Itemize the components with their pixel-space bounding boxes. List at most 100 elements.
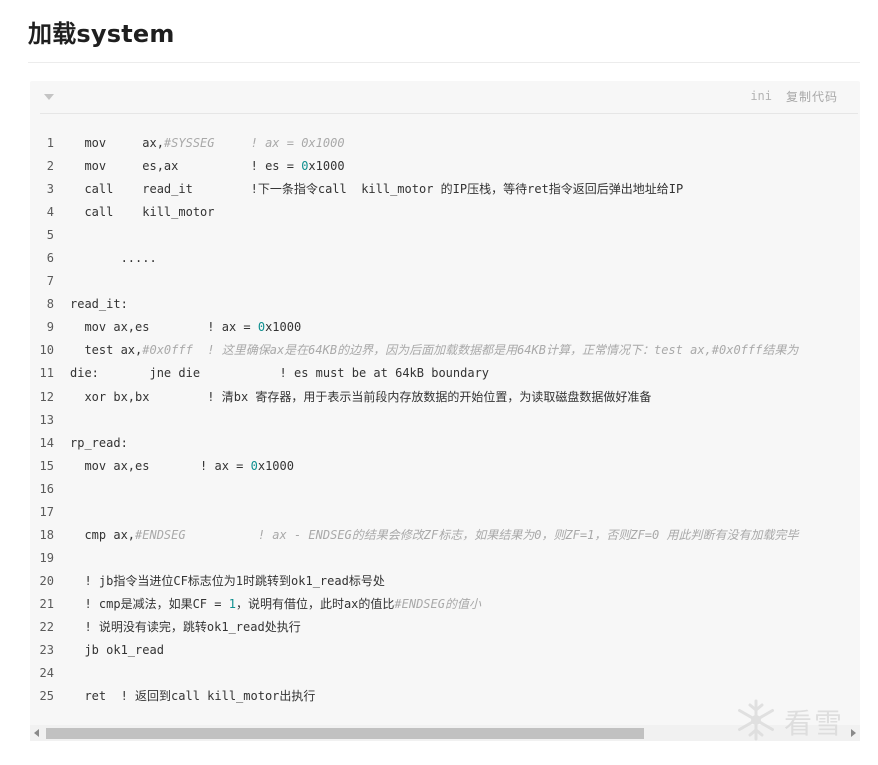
code-token: x1000 bbox=[257, 458, 294, 473]
article-page: 加载system ini 复制代码 1 mov ax,#SYSSEG ! ax … bbox=[0, 0, 878, 765]
code-token: mov ax, bbox=[70, 136, 164, 150]
code-comment: #SYSSEG ! ax = 0x1000 bbox=[163, 136, 345, 150]
code-token: xor bx,bx ! 清bx 寄存器，用于表示当前段内存放数据的开始位置，为读… bbox=[70, 389, 652, 404]
line-number: 16 bbox=[39, 481, 54, 496]
code-token: ! 说明没有读完，跳转ok1_read处执行 bbox=[70, 619, 301, 634]
code-line: 8 read_it: bbox=[30, 293, 860, 316]
line-number: 3 bbox=[46, 182, 54, 197]
line-number: 12 bbox=[39, 389, 54, 404]
code-token: test ax, bbox=[70, 343, 143, 358]
code-line: 5 bbox=[30, 224, 860, 247]
code-line: 12 xor bx,bx ! 清bx 寄存器，用于表示当前段内存放数据的开始位置… bbox=[30, 386, 860, 409]
arrow-left-icon[interactable] bbox=[34, 729, 39, 737]
code-line: 19 bbox=[30, 547, 860, 570]
line-number: 6 bbox=[46, 251, 54, 266]
line-number: 14 bbox=[39, 435, 54, 450]
code-token: mov ax,es ! ax = bbox=[70, 320, 258, 335]
line-number: 5 bbox=[46, 228, 54, 243]
code-text: test ax,#0x0fff ! 这里确保ax是在64KB的边界，因为后面加载… bbox=[70, 339, 798, 362]
line-number: 22 bbox=[39, 619, 54, 634]
code-toolbar: ini 复制代码 bbox=[30, 81, 860, 113]
line-number: 24 bbox=[39, 666, 54, 681]
title-divider bbox=[28, 62, 860, 63]
scrollbar-thumb[interactable] bbox=[46, 728, 644, 739]
line-number: 13 bbox=[39, 412, 54, 427]
line-number: 25 bbox=[39, 689, 54, 704]
code-line: 24 bbox=[30, 662, 860, 685]
code-line: 15 mov ax,es ! ax = 0x1000 bbox=[30, 455, 860, 478]
copy-code-button[interactable]: 复制代码 bbox=[786, 88, 838, 105]
code-line: 11 die: jne die ! es must be at 64kB boun… bbox=[30, 362, 860, 385]
code-token: ! cmp是减法，如果CF = bbox=[70, 596, 229, 611]
code-line: 10 test ax,#0x0fff ! 这里确保ax是在64KB的边界，因为后… bbox=[30, 339, 860, 362]
code-line: 18 cmp ax,#ENDSEG ! ax - ENDSEG的结果会修改ZF标… bbox=[30, 524, 860, 547]
code-token: mov es,ax ! es = bbox=[70, 159, 302, 174]
line-number: 10 bbox=[39, 343, 54, 358]
code-text: call read_it !下一条指令call kill_motor 的IP压栈… bbox=[70, 178, 683, 201]
line-number: 15 bbox=[39, 458, 54, 473]
line-number: 9 bbox=[46, 320, 54, 335]
line-number: 1 bbox=[46, 136, 54, 150]
line-number: 7 bbox=[46, 274, 54, 289]
code-comment: #ENDSEG的值小 bbox=[394, 596, 481, 611]
line-number: 17 bbox=[39, 504, 54, 519]
code-line: 7 bbox=[30, 270, 860, 293]
code-token: ! jb指令当进位CF标志位为1时跳转到ok1_read标号处 bbox=[70, 573, 385, 588]
code-token: call kill_motor bbox=[70, 205, 215, 220]
code-token: x1000 bbox=[308, 159, 345, 174]
line-number: 8 bbox=[46, 297, 54, 312]
code-token: ，说明有借位，此时ax的值比 bbox=[235, 596, 395, 611]
watermark-text: 看雪 bbox=[784, 707, 845, 740]
code-text: mov ax,es ! ax = 0x1000 bbox=[70, 316, 301, 339]
code-line: 6 ..... bbox=[30, 247, 860, 270]
code-text: cmp ax,#ENDSEG ! ax - ENDSEG的结果会修改ZF标志，如… bbox=[70, 524, 798, 547]
code-text: ret ! 返回到call kill_motor出执行 bbox=[70, 685, 315, 708]
code-text: read_it: bbox=[70, 293, 128, 316]
code-line: 9 mov ax,es ! ax = 0x1000 bbox=[30, 316, 860, 339]
code-number: 0 bbox=[257, 320, 266, 335]
code-line: 17 bbox=[30, 501, 860, 524]
code-line: 22 ! 说明没有读完，跳转ok1_read处执行 bbox=[30, 616, 860, 639]
code-number: 1 bbox=[228, 596, 236, 611]
code-line: 3 call read_it !下一条指令call kill_motor 的IP… bbox=[30, 178, 860, 201]
code-line: 1 mov ax,#SYSSEG ! ax = 0x1000 bbox=[30, 132, 860, 155]
line-number: 20 bbox=[39, 573, 54, 588]
snowflake-icon bbox=[738, 699, 774, 741]
code-text: mov es,ax ! es = 0x1000 bbox=[70, 155, 345, 178]
code-comment: #0x0fff ! 这里确保ax是在64KB的边界，因为后面加载数据都是用64K… bbox=[142, 343, 799, 358]
code-lines: 1 mov ax,#SYSSEG ! ax = 0x1000 2 mov es,a… bbox=[30, 132, 860, 708]
code-text: ! 说明没有读完，跳转ok1_read处执行 bbox=[70, 616, 301, 639]
code-token: x1000 bbox=[265, 320, 302, 335]
code-text: ..... bbox=[70, 247, 157, 270]
code-number: 0 bbox=[250, 458, 258, 473]
code-token: mov ax,es ! ax = bbox=[70, 458, 251, 473]
code-text: call kill_motor bbox=[70, 201, 215, 224]
code-comment: #ENDSEG ! ax - ENDSEG的结果会修改ZF标志，如果结果为0，则… bbox=[135, 527, 799, 542]
code-line: 14 rp_read: bbox=[30, 432, 860, 455]
code-text: xor bx,bx ! 清bx 寄存器，用于表示当前段内存放数据的开始位置，为读… bbox=[70, 386, 651, 409]
code-line: 23 jb ok1_read bbox=[30, 639, 860, 662]
code-text: ! cmp是减法，如果CF = 1，说明有借位，此时ax的值比#ENDSEG的值… bbox=[70, 593, 481, 616]
code-text: jb ok1_read bbox=[70, 639, 164, 662]
line-number: 2 bbox=[46, 159, 54, 174]
code-language-label: ini bbox=[750, 89, 772, 103]
line-number: 19 bbox=[39, 550, 54, 565]
watermark: 看雪 bbox=[734, 696, 864, 746]
code-line: 21 ! cmp是减法，如果CF = 1，说明有借位，此时ax的值比#ENDSE… bbox=[30, 593, 860, 616]
code-line: 13 bbox=[30, 409, 860, 432]
code-text: rp_read: bbox=[70, 432, 128, 455]
code-token: read_it: bbox=[70, 297, 128, 312]
chevron-down-icon[interactable] bbox=[44, 92, 54, 102]
code-token: rp_read: bbox=[70, 435, 128, 450]
code-block: ini 复制代码 1 mov ax,#SYSSEG ! ax = 0x1000 2… bbox=[30, 81, 860, 741]
line-number: 21 bbox=[39, 596, 54, 611]
section-title: 加载system bbox=[28, 20, 175, 48]
code-token: jb ok1_read bbox=[70, 643, 164, 658]
code-line: 20 ! jb指令当进位CF标志位为1时跳转到ok1_read标号处 bbox=[30, 570, 860, 593]
code-token: cmp ax, bbox=[70, 527, 136, 542]
line-number: 4 bbox=[46, 205, 54, 220]
code-token: die: jne die ! es must be at 64kB bounda… bbox=[70, 366, 490, 381]
code-line: 4 call kill_motor bbox=[30, 201, 860, 224]
line-number: 11 bbox=[39, 366, 54, 381]
code-line: 16 bbox=[30, 478, 860, 501]
